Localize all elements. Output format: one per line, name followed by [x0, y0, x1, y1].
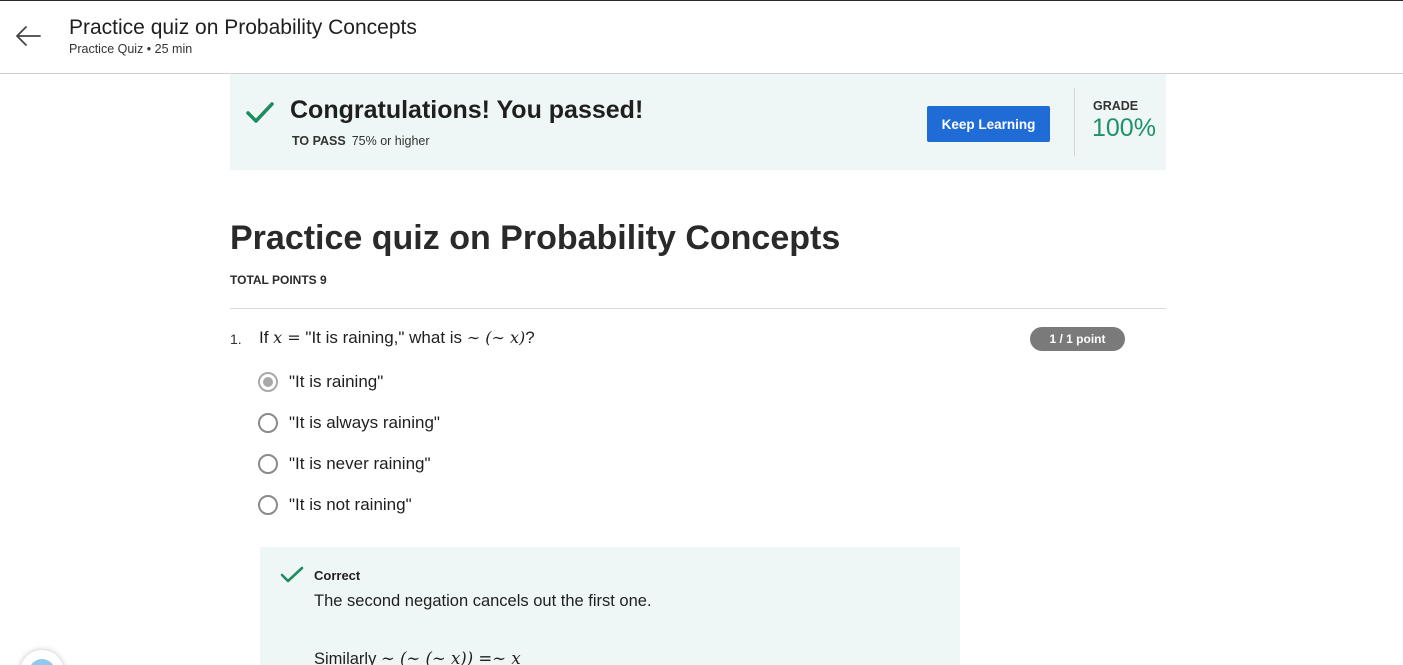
- divider: [230, 308, 1166, 309]
- answer-option[interactable]: "It is not raining": [258, 493, 412, 517]
- grade-label: GRADE: [1093, 99, 1139, 113]
- question-text-suffix: ?: [525, 328, 535, 347]
- option-label: "It is never raining": [289, 454, 431, 473]
- pass-title: Congratulations! You passed!: [290, 96, 644, 124]
- help-button[interactable]: [20, 650, 64, 665]
- to-pass-label: TO PASS: [292, 134, 346, 148]
- feedback-explanation: The second negation cancels out the firs…: [314, 592, 652, 610]
- keep-learning-button[interactable]: Keep Learning: [927, 106, 1050, 142]
- answer-option[interactable]: "It is never raining": [258, 452, 431, 476]
- radio-button[interactable]: [258, 454, 278, 474]
- radio-button[interactable]: [258, 413, 278, 433]
- points-badge: 1 / 1 point: [1030, 327, 1125, 351]
- question-number: 1.: [230, 331, 242, 347]
- help-icon: [29, 659, 55, 665]
- answer-option[interactable]: "It is raining": [258, 370, 383, 394]
- checkmark-icon: [280, 565, 304, 585]
- question-text-prefix: If: [259, 328, 274, 347]
- feedback-status: Correct: [314, 568, 361, 583]
- pass-banner: Congratulations! You passed! TO PASS 75% …: [230, 74, 1166, 170]
- divider: [1074, 88, 1075, 156]
- radio-button[interactable]: [258, 495, 278, 515]
- grade-value: 100%: [1092, 114, 1156, 142]
- feedback-similarly: Similarly ∼ (∼ (∼ x)) =∼ x: [314, 649, 521, 665]
- feedback-panel: Correct The second negation cancels out …: [260, 547, 960, 665]
- checkmark-icon: [245, 100, 275, 126]
- option-label: "It is raining": [289, 372, 384, 391]
- similarly-prefix: Similarly: [314, 650, 381, 665]
- answer-option[interactable]: "It is always raining": [258, 411, 440, 435]
- option-label: "It is always raining": [289, 413, 440, 432]
- option-label: "It is not raining": [289, 495, 412, 514]
- question-text: If x = "It is raining," what is ∼ (∼ x)?: [259, 328, 535, 348]
- to-pass-value: 75% or higher: [351, 134, 430, 148]
- back-button[interactable]: [12, 23, 44, 53]
- header-title: Practice quiz on Probability Concepts: [69, 16, 417, 39]
- similarly-math: ∼ (∼ (∼ x)) =∼ x: [380, 649, 521, 665]
- radio-button-selected[interactable]: [258, 372, 278, 392]
- pass-requirement: TO PASS 75% or higher: [292, 134, 430, 148]
- quiz-title: Practice quiz on Probability Concepts: [230, 219, 841, 257]
- total-points: TOTAL POINTS 9: [230, 273, 327, 287]
- header-subtitle: Practice Quiz • 25 min: [69, 42, 193, 56]
- question-math-expr: ∼ (∼ x): [466, 328, 526, 347]
- page-header: Practice quiz on Probability Concepts Pr…: [0, 1, 1403, 74]
- arrow-left-icon: [14, 25, 42, 52]
- question-text-middle: "It is raining," what is: [300, 328, 467, 347]
- question-math-x: x =: [273, 328, 301, 347]
